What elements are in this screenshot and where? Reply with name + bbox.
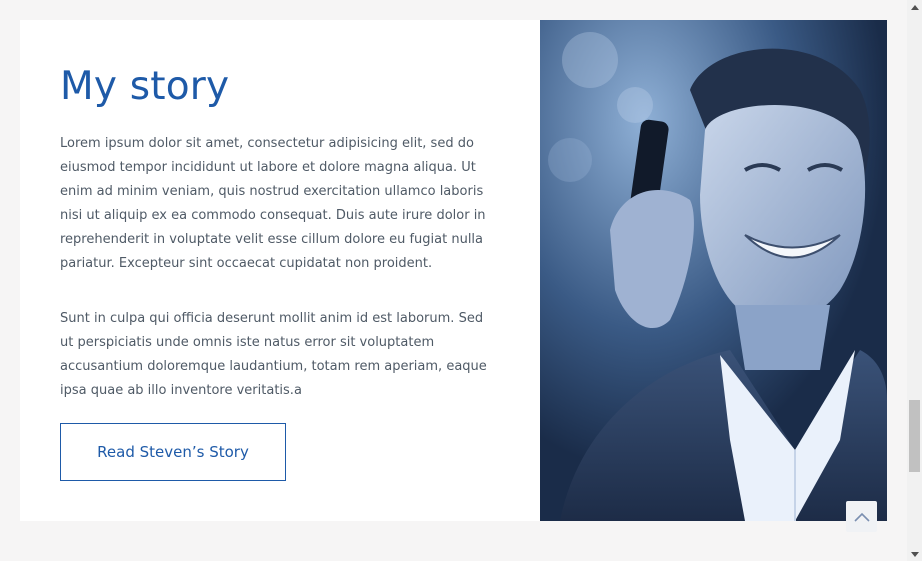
scroll-down-arrow-icon[interactable] xyxy=(907,547,922,561)
read-story-button[interactable]: Read Steven’s Story xyxy=(60,423,286,481)
scroll-up-arrow-icon[interactable] xyxy=(907,0,922,14)
story-paragraph-2: Sunt in culpa qui officia deserunt molli… xyxy=(60,311,487,398)
story-paragraph-1: Lorem ipsum dolor sit amet, consectetur … xyxy=(60,136,486,271)
story-text-column: My story Lorem ipsum dolor sit amet, con… xyxy=(20,20,540,521)
portrait-photo xyxy=(540,20,887,521)
scrollbar-thumb[interactable] xyxy=(909,400,920,472)
page: My story Lorem ipsum dolor sit amet, con… xyxy=(0,0,922,561)
scroll-to-top-button[interactable] xyxy=(846,501,877,532)
story-card: My story Lorem ipsum dolor sit amet, con… xyxy=(20,20,887,521)
vertical-scrollbar[interactable] xyxy=(907,0,922,561)
chevron-up-icon xyxy=(853,512,870,522)
portrait-illustration xyxy=(540,20,887,521)
section-title: My story xyxy=(60,64,230,109)
